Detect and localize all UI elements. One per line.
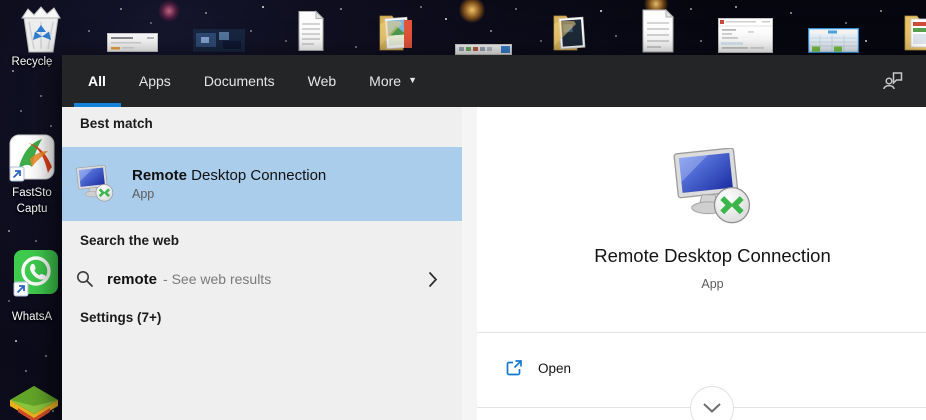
tab-more[interactable]: More ▼: [369, 55, 417, 107]
chevron-down-icon: [703, 403, 721, 413]
star-glow: [459, 0, 485, 23]
preview-type: App: [701, 277, 724, 291]
tab-documents[interactable]: Documents: [204, 55, 275, 107]
explorer-window-thumbnail[interactable]: [718, 18, 773, 58]
search-flyout: All Apps Documents Web More ▼ Best match: [62, 55, 926, 420]
results-list: Best match Remote Desktop Connection App…: [62, 107, 462, 420]
tab-all[interactable]: All: [74, 55, 121, 107]
spreadsheet-thumbnail[interactable]: [807, 27, 860, 58]
tab-apps[interactable]: Apps: [139, 55, 171, 107]
document-icon[interactable]: [297, 10, 325, 57]
tab-web[interactable]: Web: [308, 55, 337, 107]
search-icon: [77, 271, 93, 287]
web-hint-text: - See web results: [163, 271, 272, 287]
document-icon[interactable]: [640, 8, 676, 59]
recycle-bin-label: Recycle: [11, 56, 53, 68]
result-title: Remote Desktop Connection: [132, 167, 327, 184]
best-match-result[interactable]: Remote Desktop Connection App: [62, 147, 462, 221]
rdc-app-icon: [75, 165, 115, 203]
stars: [0, 0, 2, 2]
settings-header[interactable]: Settings (7+): [80, 310, 161, 325]
preview-title: Remote Desktop Connection: [594, 245, 831, 266]
folder-icon[interactable]: [552, 10, 591, 57]
partial-app-icon[interactable]: [6, 384, 62, 420]
chevron-right-icon[interactable]: [428, 271, 438, 293]
result-type: App: [132, 187, 155, 201]
folder-icon[interactable]: [378, 10, 417, 57]
mini-window-thumbnail[interactable]: [107, 33, 158, 57]
feedback-icon[interactable]: [882, 70, 904, 92]
rdc-app-icon-large: [477, 148, 926, 231]
recycle-bin-icon[interactable]: [18, 2, 64, 59]
photo-thumbnail[interactable]: [193, 29, 245, 57]
whatsapp-icon[interactable]: [12, 248, 59, 315]
search-web-header: Search the web: [80, 233, 180, 248]
expand-button[interactable]: [690, 386, 734, 420]
star-glow: [158, 0, 180, 22]
search-filter-bar: All Apps Documents Web More ▼: [62, 55, 926, 107]
folder-icon[interactable]: [903, 10, 926, 57]
screen: Recycle FastSto Captu WhatsA All Apps Do…: [0, 0, 926, 420]
faststone-label-line1: FastSto: [12, 187, 52, 199]
preview-panel: Remote Desktop Connection App Open: [477, 107, 926, 420]
web-query-text: remote: [107, 270, 158, 288]
search-results-area: Best match Remote Desktop Connection App…: [62, 107, 926, 420]
web-search-suggestion[interactable]: remote - See web results: [62, 256, 462, 302]
open-label: Open: [538, 360, 572, 376]
best-match-header: Best match: [80, 116, 153, 131]
list-gutter: [462, 107, 477, 420]
faststone-capture-icon[interactable]: [8, 133, 56, 190]
whatsapp-label: WhatsA: [11, 311, 53, 323]
dropdown-arrow-icon: ▼: [408, 75, 417, 85]
divider: [477, 332, 926, 333]
open-icon: [506, 360, 522, 376]
open-action[interactable]: Open: [477, 350, 926, 386]
faststone-label-line2: Captu: [16, 203, 48, 215]
